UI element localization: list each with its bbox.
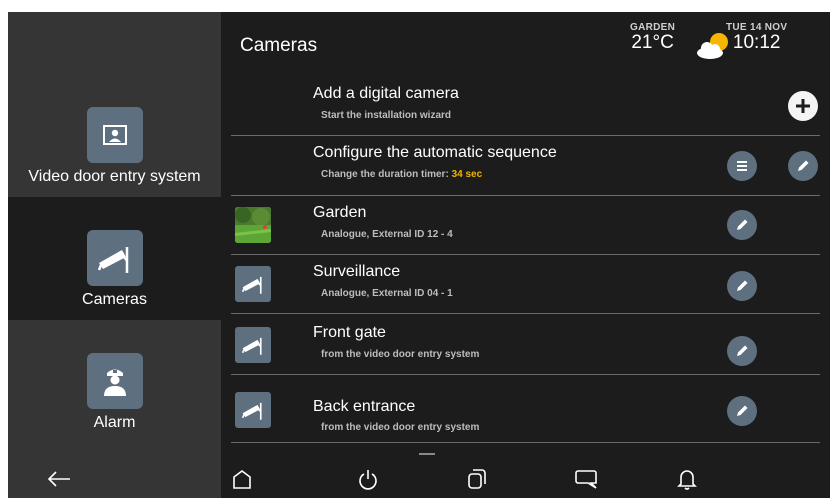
camera-row-garden[interactable]: Garden Analogue, External ID 12 - 4 xyxy=(231,196,830,255)
camera-description: Analogue, External ID 12 - 4 xyxy=(321,229,453,240)
camera-icon xyxy=(235,266,271,302)
sequence-edit-button[interactable] xyxy=(788,151,818,181)
sidebar-item-video-door[interactable]: Video door entry system xyxy=(8,12,221,197)
weather-temperature: 21°C xyxy=(631,32,674,53)
sequence-row[interactable]: Configure the automatic sequence Change … xyxy=(231,136,830,196)
camera-icon xyxy=(235,327,271,363)
edit-camera-button[interactable] xyxy=(727,336,757,366)
timer-value: 34 sec xyxy=(451,169,483,180)
camera-icon xyxy=(86,230,143,286)
bell-icon[interactable] xyxy=(674,466,700,492)
sidebar-item-alarm[interactable]: Alarm xyxy=(8,320,221,458)
camera-row-back-entrance[interactable]: Back entrance from the video door entry … xyxy=(231,380,830,443)
camera-description: from the video door entry system xyxy=(321,422,480,433)
sidebar-item-label: Cameras xyxy=(82,291,147,308)
screen: Video door entry system Cameras Alarm Ca… xyxy=(8,12,830,498)
pencil-icon xyxy=(798,160,809,171)
back-arrow-icon[interactable] xyxy=(46,466,72,492)
pencil-icon xyxy=(737,280,748,291)
page-title: Cameras xyxy=(240,35,318,56)
pencil-icon xyxy=(737,405,748,416)
bottom-nav-left xyxy=(8,458,221,498)
camera-icon xyxy=(235,392,271,428)
home-icon[interactable] xyxy=(229,466,255,492)
camera-thumbnail xyxy=(235,207,271,243)
plus-icon xyxy=(796,99,810,113)
divider xyxy=(231,442,820,443)
sequence-list-button[interactable] xyxy=(727,151,757,181)
timer-label: Change the duration timer: xyxy=(321,169,452,180)
add-camera-button[interactable] xyxy=(788,91,818,121)
camera-row-front-gate[interactable]: Front gate from the video door entry sys… xyxy=(231,316,830,375)
sidebar: Video door entry system Cameras Alarm xyxy=(8,12,221,458)
camera-name: Back entrance xyxy=(313,398,416,415)
edit-camera-button[interactable] xyxy=(727,396,757,426)
windows-icon[interactable] xyxy=(464,466,490,492)
add-camera-row[interactable]: Add a digital camera Start the installat… xyxy=(231,77,830,136)
list-icon xyxy=(737,161,747,171)
divider xyxy=(231,313,820,314)
row-title: Add a digital camera xyxy=(313,85,459,102)
power-icon[interactable] xyxy=(355,466,381,492)
scroll-indicator xyxy=(419,453,435,455)
edit-camera-button[interactable] xyxy=(727,210,757,240)
clock-time: 10:12 xyxy=(732,32,781,53)
edit-camera-button[interactable] xyxy=(727,271,757,301)
message-icon[interactable] xyxy=(573,466,599,492)
datetime-widget: TUE 14 NOV 10:12 xyxy=(726,22,787,53)
sidebar-item-cameras[interactable]: Cameras xyxy=(8,197,221,320)
pencil-icon xyxy=(737,219,748,230)
camera-row-surveillance[interactable]: Surveillance Analogue, External ID 04 - … xyxy=(231,255,830,314)
camera-description: from the video door entry system xyxy=(321,349,480,360)
video-door-icon xyxy=(86,107,143,163)
row-subtitle: Change the duration timer: 34 sec xyxy=(321,169,482,180)
camera-name: Garden xyxy=(313,204,367,221)
camera-name: Surveillance xyxy=(313,263,401,280)
weather-widget: GARDEN 21°C xyxy=(630,22,675,53)
alarm-guard-icon xyxy=(86,353,143,409)
row-subtitle: Start the installation wizard xyxy=(321,110,452,121)
camera-name: Front gate xyxy=(313,324,386,341)
bottom-nav xyxy=(8,458,830,498)
sidebar-item-label: Video door entry system xyxy=(28,168,201,185)
row-title: Configure the automatic sequence xyxy=(313,144,557,161)
divider xyxy=(231,374,820,375)
camera-description: Analogue, External ID 04 - 1 xyxy=(321,288,453,299)
pencil-icon xyxy=(737,345,748,356)
sidebar-item-label: Alarm xyxy=(93,414,136,431)
